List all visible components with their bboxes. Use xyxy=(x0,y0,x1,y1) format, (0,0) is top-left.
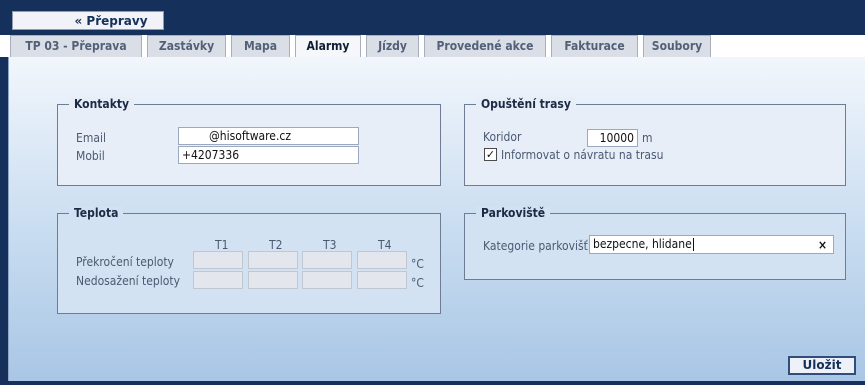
tab-performed-actions[interactable]: Provedené akce xyxy=(424,35,546,57)
tab-files[interactable]: Soubory xyxy=(643,35,711,57)
mobile-label: Mobil xyxy=(76,149,105,163)
temp-over-unit: °C xyxy=(411,257,424,271)
contacts-title: Kontakty xyxy=(69,97,135,112)
mobile-field[interactable]: +4207336 xyxy=(178,146,359,164)
parking-category-input[interactable]: bezpecne, hlidane × xyxy=(589,235,834,254)
text-cursor xyxy=(692,238,694,251)
temp-under-t4-input[interactable] xyxy=(357,271,407,289)
temp-over-t4-input[interactable] xyxy=(357,251,407,269)
corridor-unit: m xyxy=(642,131,653,145)
corridor-label: Koridor xyxy=(483,130,522,144)
back-to-transports-button[interactable]: « Přepravy xyxy=(12,11,164,30)
temp-over-t2-input[interactable] xyxy=(248,251,298,269)
parking-title: Parkoviště xyxy=(476,206,551,221)
temp-col-t1: T1 xyxy=(215,238,229,252)
temp-under-t1-input[interactable] xyxy=(193,271,243,289)
contacts-group: Kontakty Email @hisoftware.cz Mobil +420… xyxy=(57,97,441,186)
temp-under-t2-input[interactable] xyxy=(248,271,298,289)
email-label: Email xyxy=(76,131,106,145)
top-bar: « Přepravy xyxy=(0,0,865,35)
notify-return-checkbox[interactable]: ✓ xyxy=(484,148,497,161)
temp-over-t3-input[interactable] xyxy=(302,251,352,269)
alarms-panel: Kontakty Email @hisoftware.cz Mobil +420… xyxy=(8,57,865,381)
tab-alarms[interactable]: Alarmy xyxy=(295,35,361,57)
temperature-title: Teplota xyxy=(69,206,124,221)
parking-category-label: Kategorie parkovišť xyxy=(483,239,588,253)
tab-stops[interactable]: Zastávky xyxy=(147,35,226,57)
route-exit-group: Opuštění trasy Koridor 10000 m ✓ Informo… xyxy=(464,97,846,186)
tab-map[interactable]: Mapa xyxy=(231,35,290,57)
parking-category-value: bezpecne, hlidane xyxy=(593,237,692,251)
temperature-group: Teplota T1 T2 T3 T4 Překročení teploty °… xyxy=(57,206,441,314)
temp-under-t3-input[interactable] xyxy=(302,271,352,289)
temp-over-t1-input[interactable] xyxy=(193,251,243,269)
temp-under-label: Nedosažení teploty xyxy=(76,274,180,288)
corridor-input[interactable]: 10000 xyxy=(587,129,638,147)
clear-icon[interactable]: × xyxy=(818,237,827,253)
temp-col-t4: T4 xyxy=(378,238,392,252)
email-field[interactable]: @hisoftware.cz xyxy=(178,127,359,145)
tab-transport[interactable]: TP 03 - Přeprava xyxy=(10,35,142,57)
tab-rides[interactable]: Jízdy xyxy=(366,35,419,57)
notify-return-label: Informovat o návratu na trasu xyxy=(501,148,664,162)
save-button[interactable]: Uložit xyxy=(788,356,856,375)
frame-left-border xyxy=(0,57,8,385)
temp-col-t2: T2 xyxy=(269,238,283,252)
tab-invoicing[interactable]: Fakturace xyxy=(551,35,638,57)
temp-over-label: Překročení teploty xyxy=(76,255,174,269)
temp-under-unit: °C xyxy=(411,276,424,290)
temp-col-t3: T3 xyxy=(323,238,337,252)
route-exit-title: Opuštění trasy xyxy=(476,97,576,112)
parking-group: Parkoviště Kategorie parkovišť bezpecne,… xyxy=(464,206,846,280)
frame-bottom-border xyxy=(0,381,865,385)
